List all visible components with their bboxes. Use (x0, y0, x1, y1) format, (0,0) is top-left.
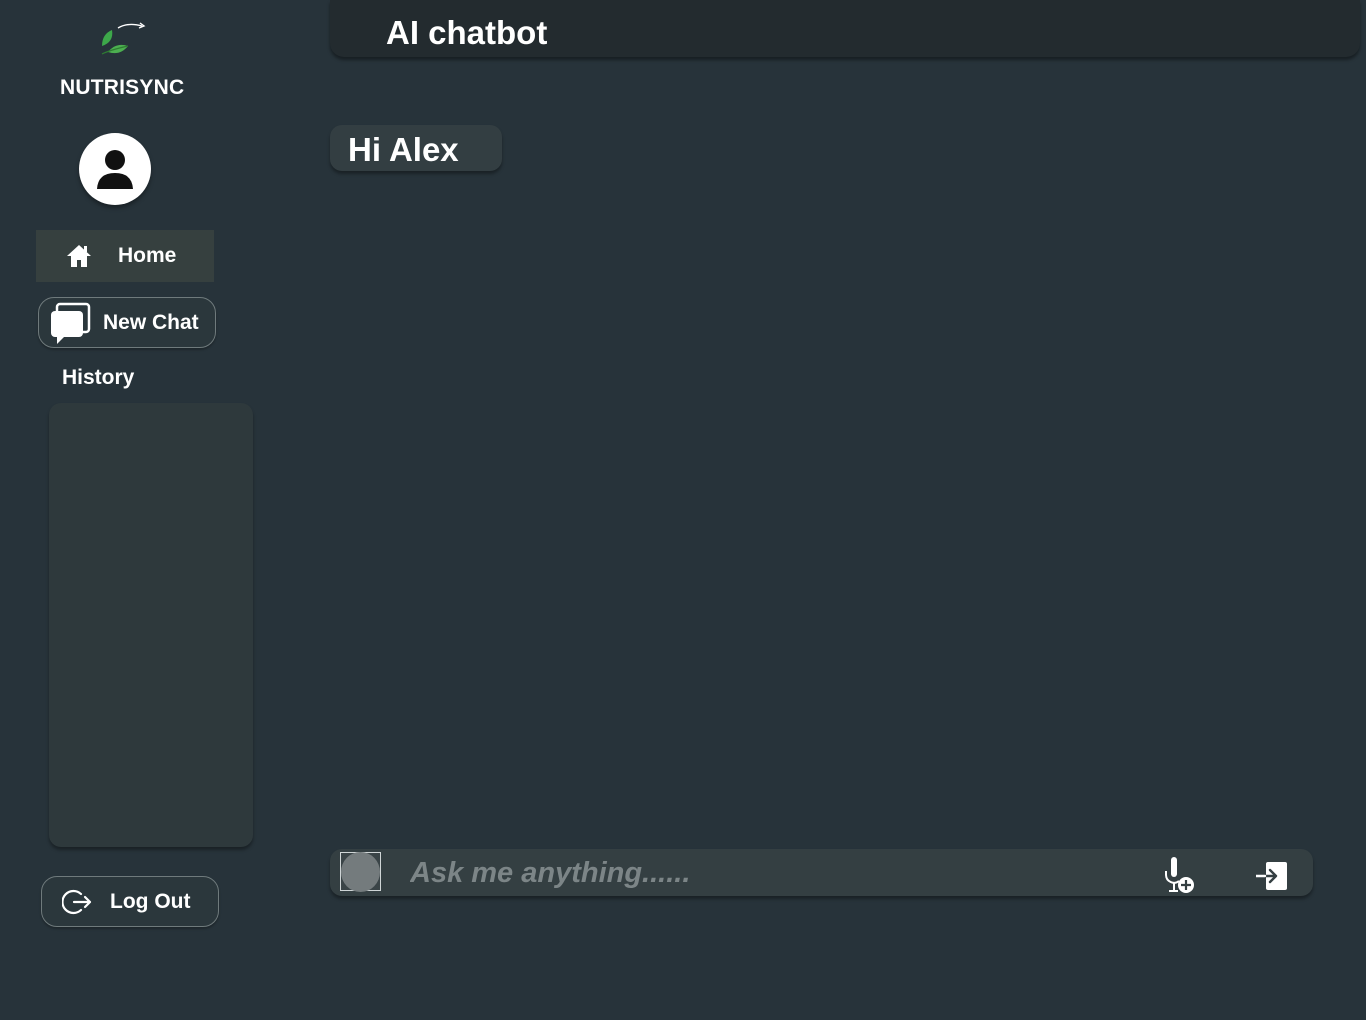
top-bar: AI chatbot (330, 0, 1360, 57)
new-chat-button[interactable]: New Chat (38, 297, 216, 348)
attach-button[interactable] (340, 851, 381, 892)
greeting-text: Hi Alex (348, 131, 459, 168)
attach-icon (341, 851, 380, 892)
avatar[interactable] (79, 133, 151, 205)
microphone-add-icon[interactable] (1162, 857, 1198, 895)
new-chat-label: New Chat (103, 310, 199, 334)
brand-name: NUTRISYNC (60, 76, 185, 99)
logout-label: Log Out (110, 889, 191, 913)
user-icon (97, 150, 133, 189)
home-icon (67, 245, 91, 267)
chat-input[interactable] (410, 854, 1150, 892)
logo: NUTRISYNC (60, 14, 200, 99)
sidebar: NUTRISYNC Home New Chat History Log Out (0, 0, 300, 1020)
logout-button[interactable]: Log Out (41, 876, 219, 927)
page-title: AI chatbot (386, 14, 548, 51)
sidebar-item-home-label: Home (118, 244, 177, 267)
leaf-logo-icon (101, 22, 146, 55)
chat-input-bar (330, 849, 1313, 896)
history-title: History (62, 366, 135, 389)
chat-bubbles-icon (51, 302, 91, 344)
sidebar-item-home[interactable]: Home (36, 230, 214, 282)
greeting-bubble: Hi Alex (330, 125, 502, 171)
history-list[interactable] (49, 403, 253, 847)
send-icon[interactable] (1256, 861, 1288, 891)
logout-icon (62, 889, 92, 914)
